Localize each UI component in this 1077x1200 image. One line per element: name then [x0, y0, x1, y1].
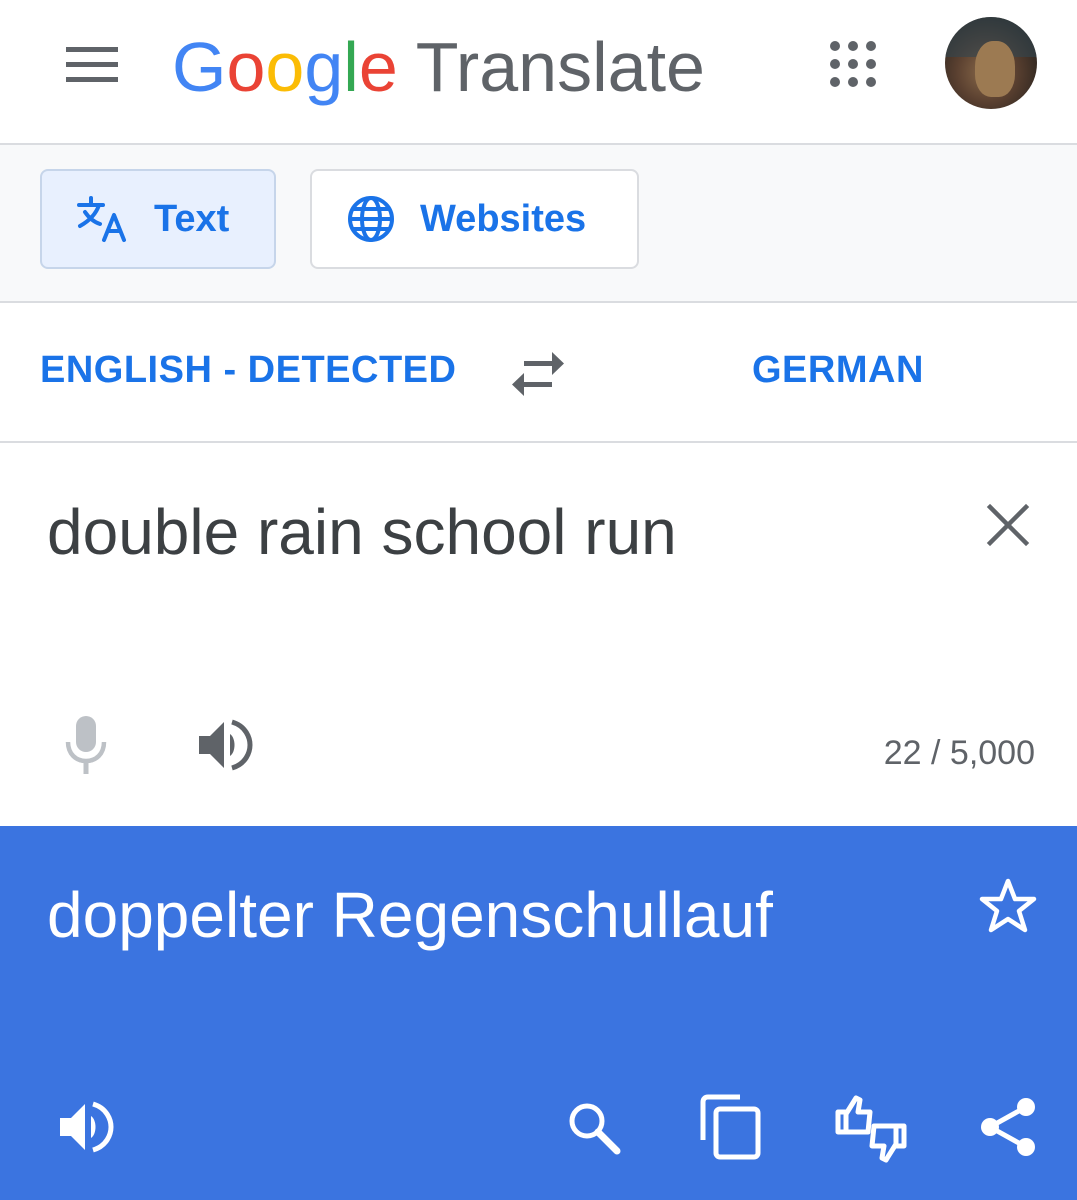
text-mode-button[interactable]: Text — [40, 169, 276, 269]
speaker-icon[interactable] — [196, 716, 254, 774]
avatar-cat — [975, 41, 1015, 97]
websites-mode-label: Websites — [420, 197, 587, 240]
text-mode-label: Text — [154, 197, 230, 240]
translate-icon — [77, 196, 126, 242]
search-icon[interactable] — [566, 1100, 622, 1156]
star-icon[interactable] — [978, 876, 1038, 936]
google-translate-logo[interactable]: Google Translate — [172, 22, 705, 112]
logo-letter: o — [226, 28, 266, 106]
logo-letter: e — [358, 28, 398, 106]
swap-languages-icon[interactable] — [508, 349, 568, 399]
logo-letter: G — [172, 28, 227, 106]
feedback-icon[interactable] — [834, 1092, 908, 1166]
speaker-icon[interactable] — [57, 1098, 115, 1156]
character-count: 22 / 5,000 — [883, 734, 1035, 772]
target-language-button[interactable]: GERMAN — [752, 349, 924, 392]
app-header: Google Translate — [0, 0, 1077, 145]
microphone-icon[interactable] — [62, 714, 110, 776]
apps-grid-icon[interactable] — [829, 40, 877, 88]
logo-letter: o — [265, 28, 305, 106]
copy-icon[interactable] — [700, 1094, 762, 1160]
mode-bar: Text Websites — [0, 145, 1077, 303]
menu-icon[interactable] — [64, 44, 120, 84]
source-text-input[interactable]: double rain school run — [47, 495, 677, 569]
globe-icon — [348, 196, 394, 242]
avatar[interactable] — [945, 17, 1037, 109]
logo-letter: l — [343, 28, 359, 106]
close-icon[interactable] — [986, 503, 1030, 547]
websites-mode-button[interactable]: Websites — [310, 169, 639, 269]
source-language-button[interactable]: ENGLISH - DETECTED — [40, 349, 456, 392]
translation-output: doppelter Regenschullauf — [47, 879, 773, 951]
share-icon[interactable] — [978, 1096, 1038, 1158]
language-bar: ENGLISH - DETECTED GERMAN — [0, 303, 1077, 443]
translation-result-panel: doppelter Regenschullauf — [0, 826, 1077, 1200]
logo-letter: g — [304, 28, 344, 106]
product-name: Translate — [415, 28, 705, 106]
